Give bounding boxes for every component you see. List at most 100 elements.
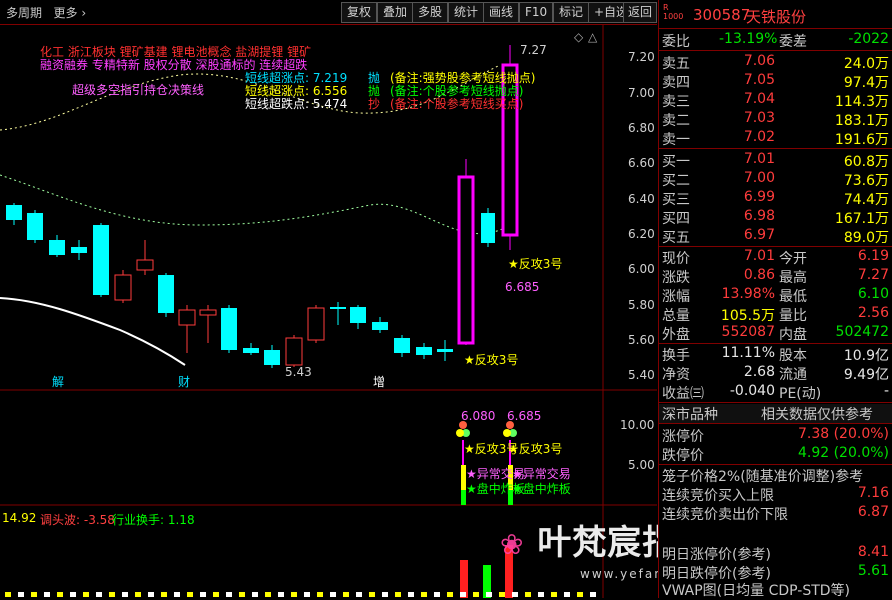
- ytick: 5.80: [628, 298, 655, 312]
- ytick: 6.80: [628, 121, 655, 135]
- news-tag-jie[interactable]: 解: [52, 373, 64, 390]
- intraday-break-2: ★盘中炸板: [512, 482, 571, 496]
- more-menu[interactable]: 更多: [53, 6, 77, 20]
- baseline-dot: [57, 592, 63, 597]
- baseline-dot: [291, 592, 297, 597]
- candle-body: [416, 347, 432, 355]
- bid-row: 买一 7.01 60.8万: [662, 151, 889, 170]
- multi-stock-button[interactable]: 多股: [412, 2, 449, 23]
- draw-line-button[interactable]: 画线: [483, 2, 520, 23]
- back-button[interactable]: 返回: [623, 2, 657, 23]
- candle-body: [264, 350, 280, 365]
- candle-body: [394, 338, 410, 353]
- auction-sell-row: 连续竞价卖出价下限 6.87: [662, 504, 889, 523]
- kline-chart[interactable]: 7.20 7.00 6.80 6.60 6.40 6.20 6.00 5.80 …: [0, 25, 657, 598]
- baseline-dot: [538, 592, 544, 597]
- baseline-dot: [252, 592, 258, 597]
- signal-mark-1: ★反攻3号: [508, 257, 563, 271]
- stats-button[interactable]: 统计: [448, 2, 485, 23]
- overlay-button[interactable]: 叠加: [377, 2, 414, 23]
- baseline-dot: [304, 592, 310, 597]
- stat-row: 换手 11.11% 股本 10.9亿: [662, 345, 889, 364]
- down-note: (备注:个股参考短线买点): [390, 97, 524, 111]
- candle-body: [158, 275, 174, 313]
- baseline-dot: [213, 592, 219, 597]
- flower-logo-icon: ❀: [500, 528, 525, 561]
- candle-body: [481, 213, 495, 243]
- bid-row: 买四 6.98 167.1万: [662, 208, 889, 227]
- stock-code: 300587: [693, 6, 751, 24]
- stat-row: 现价 7.01 今开 6.19: [662, 248, 889, 267]
- baseline-dot: [473, 592, 479, 597]
- baseline-dot: [278, 592, 284, 597]
- sub-value-2: 6.685: [507, 409, 542, 423]
- baseline-dot: [239, 592, 245, 597]
- bid-row: 买五 6.97 89.0万: [662, 227, 889, 246]
- candle-body: [307, 307, 325, 341]
- indicator-turn-wave: 调头波: -3.58: [40, 513, 115, 527]
- candle-body: [330, 307, 346, 309]
- baseline-dot: [317, 592, 323, 597]
- stat-row: 收益㈢ -0.040 PE(动) -: [662, 383, 889, 402]
- bid-row: 买三 6.99 74.4万: [662, 189, 889, 208]
- baseline-dot: [135, 592, 141, 597]
- candle-body: [285, 337, 303, 366]
- baseline-dot: [356, 592, 362, 597]
- lower-envelope-line: [0, 174, 511, 235]
- ask-row: 卖五 7.06 24.0万: [662, 53, 889, 72]
- vwap-row[interactable]: VWAP图(日均量 CDP-STD等): [659, 580, 892, 599]
- low-price-label: 5.43: [285, 365, 312, 379]
- baseline-dot: [499, 592, 505, 597]
- baseline-dot: [5, 592, 11, 597]
- down-point: 短线超跌点: 5.474: [245, 97, 348, 111]
- baseline-dot: [70, 592, 76, 597]
- candle-body: [350, 307, 366, 323]
- candle-body: [457, 175, 475, 345]
- period-selector[interactable]: 多周期: [6, 6, 42, 20]
- baseline-dot: [369, 592, 375, 597]
- ask-row: 卖四 7.05 97.4万: [662, 72, 889, 91]
- ytick: 6.60: [628, 156, 655, 170]
- signal-mark-2: ★反攻3号: [464, 353, 519, 367]
- stat-row: 涨跌 0.86 最高 7.27: [662, 267, 889, 286]
- baseline-dot: [434, 592, 440, 597]
- f10-button[interactable]: F10: [519, 2, 554, 23]
- down-tag: 抄: [368, 97, 381, 111]
- limit-down-row: 跌停价 4.92 (20.0%): [662, 445, 889, 464]
- weibi-row: 委比 -13.19% 委差 -2022: [662, 31, 889, 50]
- news-tag-cai[interactable]: 财: [178, 373, 190, 390]
- baseline-dot: [460, 592, 466, 597]
- fuquan-button[interactable]: 复权: [341, 2, 378, 23]
- period-label[interactable]: 多周期 更多 ›: [6, 4, 86, 21]
- super-line-label: 超级多空指引持仓决策线: [72, 83, 205, 97]
- toolbar: 多周期 更多 › 复权 叠加 多股 统计 画线 F10 标记 +自选 返回: [0, 0, 657, 25]
- diamond-icon[interactable]: ◇: [574, 30, 583, 44]
- candle-body: [437, 349, 453, 352]
- mark-button[interactable]: 标记: [553, 2, 590, 23]
- baseline-dot: [590, 592, 596, 597]
- baseline-dot: [421, 592, 427, 597]
- decision-line: [0, 297, 186, 366]
- market-row: 深市品种 相关数据仅供参考: [659, 404, 892, 423]
- baseline-dot: [96, 592, 102, 597]
- ytick: 7.00: [628, 86, 655, 100]
- ytick: 5.40: [628, 368, 655, 382]
- candle-body: [178, 309, 196, 326]
- baseline-dot: [148, 592, 154, 597]
- candle-body: [199, 309, 217, 316]
- stat-row: 总量 105.5万 量比 2.56: [662, 305, 889, 324]
- baseline-dot: [486, 592, 492, 597]
- ask-row: 卖二 7.03 183.1万: [662, 110, 889, 129]
- news-tag-zeng[interactable]: 增: [373, 373, 385, 390]
- baseline-dot: [200, 592, 206, 597]
- stat-row: 涨幅 13.98% 最低 6.10: [662, 286, 889, 305]
- candle-body: [49, 240, 65, 255]
- limit-up-row: 涨停价 7.38 (20.0%): [662, 426, 889, 445]
- triangle-up-icon[interactable]: △: [588, 30, 597, 44]
- baseline-dot: [18, 592, 24, 597]
- baseline-dot: [44, 592, 50, 597]
- baseline-dot: [109, 592, 115, 597]
- baseline-dot: [512, 592, 518, 597]
- baseline-dot: [122, 592, 128, 597]
- baseline-dot: [265, 592, 271, 597]
